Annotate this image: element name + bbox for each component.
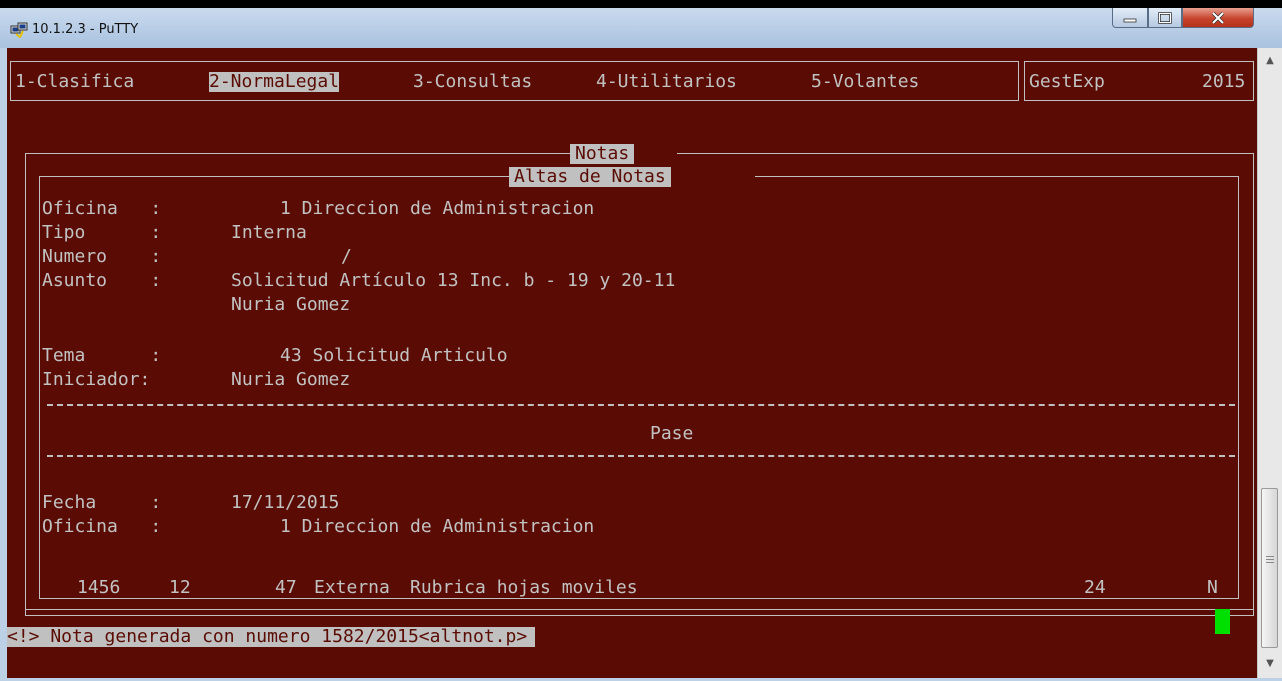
- tipo-field[interactable]: Interna: [231, 223, 307, 243]
- title-bar[interactable]: 10.1.2.3 - PuTTY: [0, 8, 1282, 48]
- altas-frame: [39, 176, 1239, 599]
- record-col5: Rubrica hojas moviles: [410, 577, 638, 598]
- window-title: 10.1.2.3 - PuTTY: [32, 22, 139, 37]
- thumb-grip-line: [1266, 562, 1274, 563]
- iniciador-field[interactable]: Nuria Gomez: [231, 370, 350, 390]
- fecha-label: Fecha :: [42, 492, 162, 513]
- numero-field[interactable]: /: [341, 247, 352, 267]
- maximize-icon: [1158, 11, 1172, 24]
- scroll-thumb[interactable]: [1261, 488, 1278, 648]
- terminal-screen[interactable]: 1-Clasifica 2-NormaLegal 3-Consultas 4-U…: [7, 48, 1257, 678]
- pase-oficina-label: Oficina :: [42, 516, 162, 537]
- terminal-cursor: [1215, 609, 1230, 634]
- pase-separator-top: [47, 404, 1235, 406]
- minimize-icon: [1123, 18, 1137, 22]
- putty-window: 10.1.2.3 - PuTTY 1-Clasifica 2-NormaLega…: [0, 8, 1282, 681]
- status-message: <!> Nota generada con numero 1582/2015<a…: [7, 627, 536, 647]
- scrollbar[interactable]: ▲ ▼: [1257, 48, 1282, 678]
- numero-label: Numero :: [42, 246, 162, 267]
- altas-top-left-border: [39, 176, 509, 177]
- menu-item-normalegal[interactable]: 2-NormaLegal: [209, 72, 340, 92]
- pase-oficina-field[interactable]: 1 Direccion de Administracion: [280, 517, 594, 537]
- menu-item-consultas[interactable]: 3-Consultas: [413, 72, 532, 92]
- oficina-label: Oficina :: [42, 198, 162, 219]
- minimize-button[interactable]: [1112, 8, 1148, 28]
- close-button[interactable]: [1182, 8, 1254, 28]
- pase-separator-bottom: [47, 455, 1235, 457]
- menu-item-clasifica[interactable]: 1-Clasifica: [15, 72, 134, 92]
- altas-top-right-border: [755, 176, 1239, 177]
- system-year: 2015: [1202, 71, 1246, 92]
- record-col4: Externa: [314, 577, 390, 598]
- record-row-frame: [25, 563, 1254, 616]
- notas-top-left-border: [25, 153, 571, 154]
- tema-field[interactable]: 43 Solicitud Articulo: [280, 346, 508, 366]
- scroll-down-arrow-icon[interactable]: ▼: [1258, 653, 1282, 673]
- oficina-field[interactable]: 1 Direccion de Administracion: [280, 199, 594, 219]
- tema-label: Tema :: [42, 345, 162, 366]
- menu-item-volantes[interactable]: 5-Volantes: [811, 72, 919, 92]
- thumb-grip-line: [1266, 559, 1274, 560]
- pase-title: Pase: [650, 423, 694, 444]
- menu-item-utilitarios[interactable]: 4-Utilitarios: [596, 72, 737, 92]
- asunto-field-line1[interactable]: Solicitud Artículo 13 Inc. b - 19 y 20-1…: [231, 271, 675, 291]
- system-name: GestExp: [1029, 71, 1105, 92]
- close-icon: [1211, 11, 1225, 24]
- asunto-label: Asunto :: [42, 270, 162, 291]
- thumb-grip-line: [1266, 556, 1274, 557]
- notas-title: Notas: [570, 144, 635, 164]
- record-col2: 12: [169, 577, 191, 598]
- maximize-button[interactable]: [1148, 8, 1182, 28]
- iniciador-label: Iniciador:: [42, 369, 151, 390]
- record-col1: 1456: [77, 577, 121, 598]
- altas-title: Altas de Notas: [509, 167, 671, 187]
- record-col7: N: [1207, 577, 1218, 598]
- putty-icon[interactable]: [10, 22, 28, 38]
- record-col6: 24: [1084, 577, 1106, 598]
- notas-top-right-border: [677, 153, 1254, 154]
- tipo-label: Tipo :: [42, 222, 162, 243]
- record-col3: 47: [275, 577, 297, 598]
- asunto-field-line2[interactable]: Nuria Gomez: [231, 295, 350, 315]
- fecha-field[interactable]: 17/11/2015: [231, 493, 339, 513]
- scroll-up-arrow-icon[interactable]: ▲: [1258, 50, 1282, 70]
